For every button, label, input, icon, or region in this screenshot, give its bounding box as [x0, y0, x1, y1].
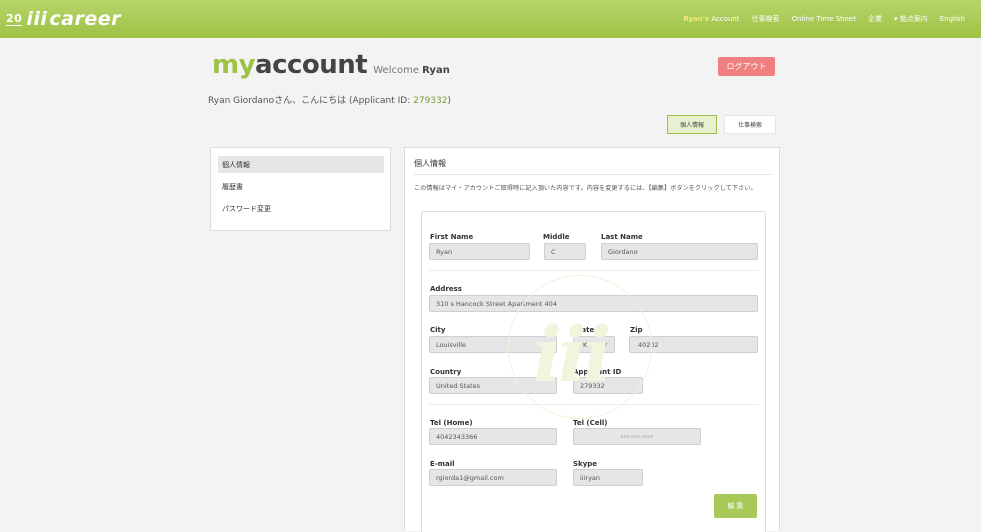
- logout-button[interactable]: ログアウト: [718, 57, 775, 76]
- nav-english[interactable]: English: [940, 15, 965, 23]
- divider: [429, 270, 759, 271]
- tel-cell-label: Tel (Cell): [573, 419, 608, 427]
- middle-field[interactable]: C: [544, 243, 586, 260]
- logo-iii: iii: [26, 8, 48, 30]
- address-field[interactable]: 310 s Hancock Street Apartment 404: [429, 295, 758, 312]
- tab-job-search[interactable]: 仕事検索: [724, 115, 776, 134]
- logo-badge: 20: [6, 11, 23, 26]
- last-name-field[interactable]: Giordano: [601, 243, 758, 260]
- city-label: City: [430, 326, 446, 334]
- sidebar-item-personal-info[interactable]: 個人情報: [218, 156, 384, 173]
- zip-label: Zip: [630, 326, 643, 334]
- welcome-text: Welcome Ryan: [373, 65, 450, 76]
- nav-job-search[interactable]: 仕事検索: [752, 14, 780, 24]
- site-logo[interactable]: 20 iii career: [6, 6, 121, 32]
- nav-account[interactable]: Ryan's Account: [683, 15, 739, 23]
- sidebar: 個人情報 履歴書 パスワード変更: [210, 147, 391, 231]
- sidebar-item-change-password[interactable]: パスワード変更: [218, 200, 384, 217]
- personal-info-form: First Name Ryan Middle C Last Name Giord…: [421, 211, 766, 532]
- zip-field[interactable]: 40202: [629, 336, 758, 353]
- applicant-id-label: Applicant ID: [573, 368, 622, 376]
- first-name-field[interactable]: Ryan: [429, 243, 530, 260]
- sidebar-item-resume[interactable]: 履歴書: [218, 178, 384, 195]
- email-field[interactable]: rgiorda1@gmail.com: [429, 469, 557, 486]
- divider: [414, 174, 772, 175]
- greeting: Ryan Giordanoさん、こんにちは (Applicant ID: 279…: [208, 96, 451, 106]
- nav-time-sheet[interactable]: Online Time Sheet: [792, 15, 856, 23]
- divider: [429, 404, 759, 405]
- country-field[interactable]: United States: [429, 377, 557, 394]
- tel-home-field[interactable]: 4042343366: [429, 428, 557, 445]
- email-label: E-mail: [430, 460, 455, 468]
- section-description: この情報はマイ・アカウントご取得時に記入頂いた内容です。内容を変更するには、【編…: [414, 185, 757, 192]
- brand-account: account: [255, 50, 368, 80]
- section-title: 個人情報: [414, 159, 446, 168]
- tab-personal-info[interactable]: 個人情報: [667, 115, 717, 134]
- top-bar: 20 iii career Ryan's Account 仕事検索 Online…: [0, 0, 981, 38]
- main-panel: 個人情報 この情報はマイ・アカウントご取得時に記入頂いた内容です。内容を変更する…: [404, 147, 780, 532]
- nav-locations[interactable]: ▾ 拠点案内: [894, 14, 928, 24]
- country-label: Country: [430, 368, 462, 376]
- tel-home-label: Tel (Home): [430, 419, 473, 427]
- middle-label: Middle: [543, 233, 570, 241]
- state-select[interactable]: KY ▼: [573, 336, 615, 353]
- city-field[interactable]: Louisville: [429, 336, 557, 353]
- brand-my: my: [212, 50, 256, 80]
- nav-company[interactable]: 企業: [868, 14, 882, 24]
- tel-cell-field[interactable]: xxx-xxx-xxxx: [573, 428, 701, 445]
- skype-label: Skype: [573, 460, 598, 468]
- logo-text: career: [49, 8, 121, 30]
- top-nav: Ryan's Account 仕事検索 Online Time Sheet 企業…: [683, 0, 965, 38]
- page-title: my account Welcome Ryan: [212, 50, 450, 80]
- skype-field[interactable]: iiiryan: [573, 469, 643, 486]
- edit-button[interactable]: 編 集: [714, 494, 757, 518]
- address-label: Address: [430, 285, 462, 293]
- chevron-down-icon: ▼: [603, 341, 607, 348]
- state-label: State: [573, 326, 595, 334]
- first-name-label: First Name: [430, 233, 474, 241]
- applicant-id-field: 279332: [573, 377, 643, 394]
- last-name-label: Last Name: [601, 233, 643, 241]
